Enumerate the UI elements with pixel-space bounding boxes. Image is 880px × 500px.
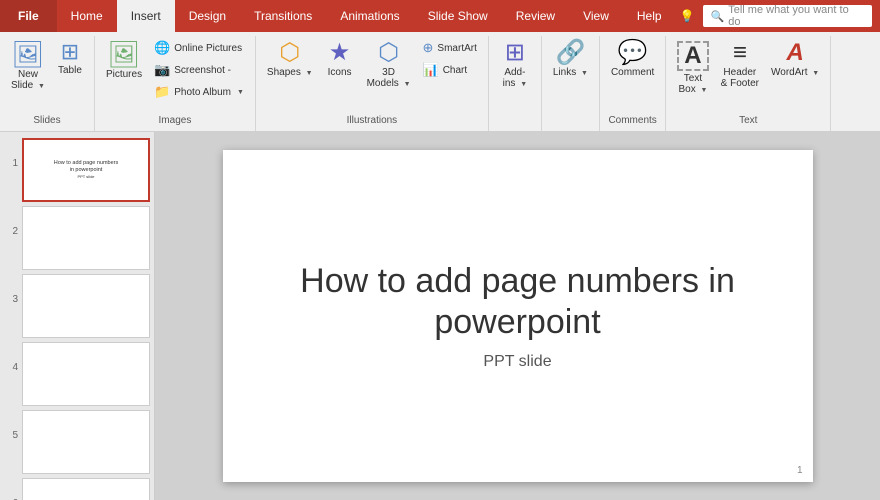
slide-item-1: 1 How to add page numbersin powerpoint P… [4,138,150,202]
chart-icon: 📊 [423,62,439,78]
links-button[interactable]: 🔗 Links ▼ [548,38,593,81]
search-placeholder: Tell me what you want to do [728,4,860,28]
text-group-label: Text [739,113,757,129]
3d-models-button[interactable]: ⬡ 3D Models ▼ [362,38,416,92]
lightbulb-icon: 💡 [680,0,695,32]
header-footer-icon: ≡ [733,41,747,65]
photo-album-button[interactable]: 📁 Photo Album ▼ [149,82,249,102]
slide-item-4: 4 [4,342,150,406]
slide-thumb-2[interactable] [22,206,150,270]
slide-subtitle: PPT slide [483,353,551,371]
ribbon-group-illustrations: ⬡ Shapes ▼ ★ Icons ⬡ 3D Models ▼ ⊕ Smart… [256,36,489,131]
tab-review[interactable]: Review [502,0,569,32]
slide-item-2: 2 [4,206,150,270]
slide-thumb-5[interactable] [22,410,150,474]
images-group-label: Images [159,113,192,129]
new-slide-icon: 🖼 [11,41,44,67]
tab-design[interactable]: Design [175,0,240,32]
screenshot-button[interactable]: 📷 Screenshot - [149,60,249,80]
slide-number-6: 6 [4,478,18,500]
slide-item-6: 6 [4,478,150,500]
ribbon-group-links: 🔗 Links ▼ [542,36,600,131]
slide-item-3: 3 [4,274,150,338]
online-pictures-button[interactable]: 🌐 Online Pictures [149,38,249,58]
ribbon-group-comments: 💬 Comment Comments [600,36,666,131]
wordart-button[interactable]: A WordArt ▼ [766,38,824,81]
search-bar[interactable]: 🔍 Tell me what you want to do [703,5,872,27]
header-footer-button[interactable]: ≡ Header & Footer [716,38,764,92]
tab-animations[interactable]: Animations [326,0,413,32]
ribbon-group-images: 🖼 Pictures 🌐 Online Pictures 📷 Screensho… [95,36,256,131]
slide-thumb-1[interactable]: How to add page numbersin powerpoint PPT… [22,138,150,202]
table-button[interactable]: ⊞ Table [52,38,88,79]
ribbon-group-text: A Text Box ▼ ≡ Header & Footer A WordArt… [666,36,831,131]
smartart-icon: ⊕ [423,40,434,56]
addins-icon: ⊞ [505,41,525,65]
tab-transitions[interactable]: Transitions [240,0,326,32]
slide-thumb-6[interactable] [22,478,150,500]
smartart-button[interactable]: ⊕ SmartArt [418,38,482,58]
main-area: 1 How to add page numbersin powerpoint P… [0,132,880,500]
screenshot-icon: 📷 [154,62,170,78]
shapes-icon: ⬡ [279,41,300,65]
comments-group-label: Comments [608,113,656,129]
text-box-button[interactable]: A Text Box ▼ [672,38,713,98]
new-slide-button[interactable]: 🖼 New Slide ▼ [6,38,50,94]
comment-button[interactable]: 💬 Comment [606,38,659,81]
ribbon-group-addins: ⊞ Add- ins ▼ [489,36,542,131]
menu-tabs: Home Insert Design Transitions Animation… [57,0,880,32]
pictures-button[interactable]: 🖼 Pictures [101,38,147,83]
slide-page-number: 1 [797,465,803,476]
tab-slideshow[interactable]: Slide Show [414,0,502,32]
canvas-area: How to add page numbers in powerpoint PP… [155,132,880,500]
shapes-button[interactable]: ⬡ Shapes ▼ [262,38,318,81]
tab-home[interactable]: Home [57,0,117,32]
chart-button[interactable]: 📊 Chart [418,60,482,80]
slide-number-4: 4 [4,342,18,373]
icons-button[interactable]: ★ Icons [320,38,360,81]
slides-group-label: Slides [33,113,60,129]
icons-icon: ★ [329,41,351,65]
ribbon: 🖼 New Slide ▼ ⊞ Table Slides 🖼 Pictures … [0,32,880,132]
slide-number-2: 2 [4,206,18,237]
slide-number-1: 1 [4,138,18,169]
slide-number-5: 5 [4,410,18,441]
file-menu-button[interactable]: File [0,0,57,32]
links-icon: 🔗 [555,41,585,65]
text-box-icon: A [677,41,708,71]
addins-button[interactable]: ⊞ Add- ins ▼ [495,38,535,92]
slide-item-5: 5 [4,410,150,474]
3d-models-icon: ⬡ [378,41,399,65]
tab-insert[interactable]: Insert [117,0,175,32]
tab-help[interactable]: Help [623,0,676,32]
illustrations-group-label: Illustrations [347,113,398,129]
slide-number-3: 3 [4,274,18,305]
slide-canvas[interactable]: How to add page numbers in powerpoint PP… [223,150,813,482]
slide-panel: 1 How to add page numbersin powerpoint P… [0,132,155,500]
tab-view[interactable]: View [569,0,623,32]
search-icon: 🔍 [711,10,725,23]
photo-album-icon: 📁 [154,84,170,100]
ribbon-group-slides: 🖼 New Slide ▼ ⊞ Table Slides [0,36,95,131]
title-bar: File Home Insert Design Transitions Anim… [0,0,880,32]
comment-icon: 💬 [618,41,648,65]
slide-title: How to add page numbers in powerpoint [223,261,813,343]
pictures-icon: 🖼 [108,41,141,67]
slide-thumb-4[interactable] [22,342,150,406]
wordart-icon: A [786,41,803,65]
table-icon: ⊞ [61,41,79,63]
slide-thumb-3[interactable] [22,274,150,338]
online-pictures-icon: 🌐 [154,40,170,56]
